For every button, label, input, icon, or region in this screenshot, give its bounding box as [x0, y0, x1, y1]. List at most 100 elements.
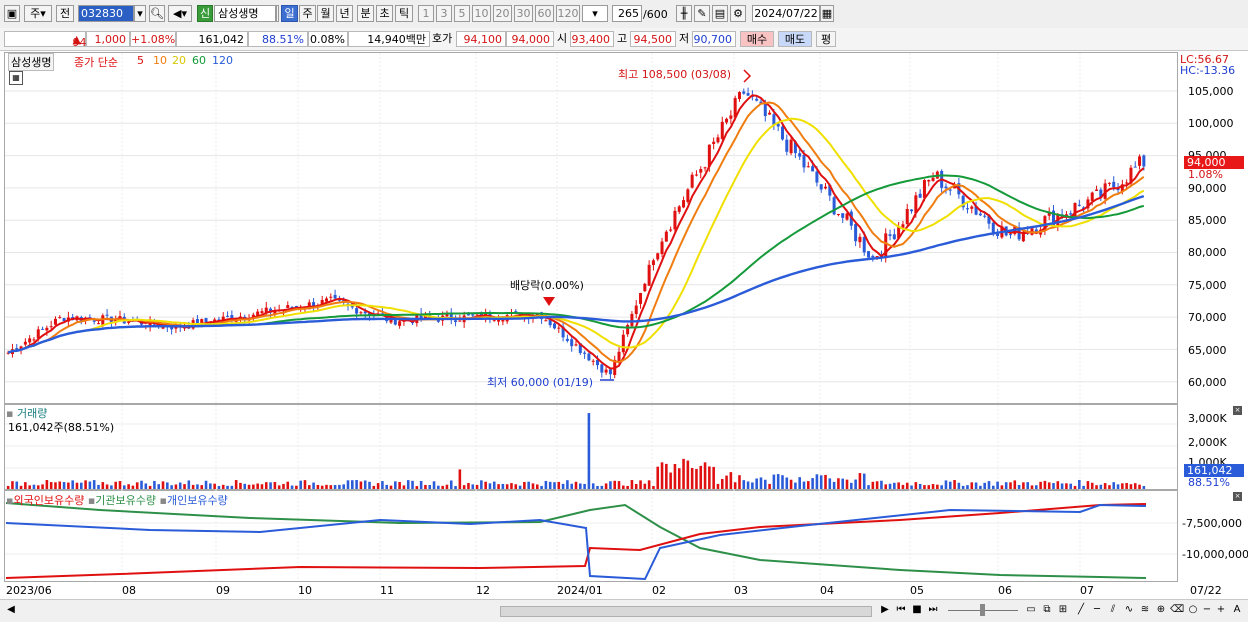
volume-bar	[1043, 480, 1047, 489]
volume-bar	[497, 484, 500, 489]
volume-bar	[854, 479, 857, 489]
trendline-icon[interactable]: ╱	[1074, 603, 1088, 617]
volume-bar	[1108, 485, 1111, 489]
fibo-icon[interactable]: ≋	[1138, 603, 1152, 617]
volume-bar	[1125, 482, 1128, 489]
volume-bar	[385, 484, 389, 489]
volume-bar	[28, 485, 31, 489]
volume-bar	[884, 484, 888, 489]
candle-body	[617, 351, 621, 362]
volume-bar	[320, 485, 324, 489]
volume-bar	[897, 482, 900, 489]
candle-body	[96, 323, 100, 325]
volume-bar	[927, 485, 931, 489]
volume-bar	[449, 480, 453, 489]
candle-body	[918, 193, 922, 198]
candle-body	[1069, 213, 1073, 215]
volume-bar	[527, 481, 530, 489]
price-pane-title[interactable]: 삼성생명	[8, 53, 55, 71]
volume-bar	[1086, 481, 1090, 489]
volume-bar	[415, 486, 419, 489]
candle-body	[798, 153, 802, 157]
layout-icon[interactable]: ▭	[1024, 603, 1038, 617]
circle-icon[interactable]: ○	[1186, 603, 1200, 617]
plus-icon[interactable]: +	[1214, 603, 1228, 617]
volume-bar	[346, 480, 350, 489]
x-tick: 05	[910, 584, 924, 597]
volume-bar	[553, 482, 556, 489]
candle-body	[105, 314, 109, 316]
ma-120-label: 120	[212, 54, 233, 67]
holder-close-icon[interactable]: ×	[1233, 492, 1242, 501]
candle-body	[725, 118, 729, 123]
volume-bar	[579, 483, 582, 489]
candle-body	[1142, 155, 1146, 167]
volume-bar	[131, 485, 135, 489]
volume-bar	[338, 484, 341, 489]
candle-body	[1107, 182, 1111, 184]
x-tick: 08	[122, 584, 136, 597]
candle-body	[49, 326, 53, 328]
volume-bar	[634, 484, 638, 489]
x-tick: 12	[476, 584, 490, 597]
volume-close-icon[interactable]: ×	[1233, 406, 1242, 415]
volume-bar	[617, 481, 621, 489]
volume-bar	[1022, 482, 1025, 489]
zoom-icon[interactable]: ⊕	[1154, 603, 1168, 617]
table-icon[interactable]: ▦	[9, 71, 23, 85]
candle-body	[1077, 204, 1081, 206]
rewind-icon[interactable]: ⏮	[894, 603, 908, 617]
volume-bar	[226, 485, 229, 489]
volume-bar	[991, 485, 995, 489]
scroll-left-icon[interactable]: ◀	[4, 603, 18, 617]
text-tool-icon[interactable]: A	[1230, 603, 1244, 617]
wave-icon[interactable]: ∿	[1122, 603, 1136, 617]
candle-body	[720, 121, 724, 139]
volume-bar	[1133, 483, 1137, 489]
candle-body	[944, 186, 948, 189]
candle-body	[664, 231, 668, 242]
chart-canvas[interactable]	[0, 0, 1248, 600]
hc-value: HC:-13.36	[1180, 64, 1236, 77]
volume-bar	[733, 482, 737, 489]
zoom-slider-handle[interactable]	[980, 604, 985, 616]
stop-icon[interactable]: ■	[910, 603, 924, 617]
candle-body	[970, 206, 974, 209]
volume-bar	[535, 484, 539, 489]
volume-bar	[561, 483, 565, 489]
volume-bar	[1069, 483, 1073, 489]
scrollbar-thumb[interactable]	[500, 606, 872, 617]
candle-body	[552, 323, 556, 329]
volume-bar	[686, 460, 690, 489]
scroll-right-icon[interactable]: ▶	[878, 603, 892, 617]
fast-forward-icon[interactable]: ⏭	[926, 603, 940, 617]
volume-bar	[751, 482, 754, 489]
volume-bar	[1099, 484, 1103, 489]
volume-bar	[970, 482, 974, 489]
volume-bar	[376, 483, 380, 489]
volume-bar	[329, 485, 333, 489]
y-tick: 65,000	[1188, 344, 1227, 357]
volume-bar	[1073, 485, 1077, 489]
volume-bar	[441, 485, 444, 489]
split-icon[interactable]: ⊞	[1056, 603, 1070, 617]
volume-bar	[785, 477, 789, 489]
candle-body	[226, 315, 230, 317]
volume-bar	[647, 480, 651, 489]
candle-body	[651, 260, 655, 265]
volume-bar	[923, 485, 926, 489]
candle-body	[608, 369, 612, 375]
volume-bar	[936, 484, 939, 489]
candle-body	[892, 234, 896, 240]
volume-bar	[333, 484, 337, 489]
volume-bar	[101, 482, 105, 489]
window-icon[interactable]: ⧉	[1040, 603, 1054, 617]
minus-icon[interactable]: −	[1200, 603, 1214, 617]
foreign-holding-label: 외국인보유수량	[13, 494, 85, 507]
last-volume-pct: 88.51%	[1188, 476, 1230, 489]
hline-icon[interactable]: ─	[1090, 603, 1104, 617]
volume-bar	[781, 475, 784, 489]
eraser-icon[interactable]: ⌫	[1170, 603, 1184, 617]
volume-bar	[432, 481, 436, 489]
channel-icon[interactable]: ⫽	[1106, 603, 1120, 617]
